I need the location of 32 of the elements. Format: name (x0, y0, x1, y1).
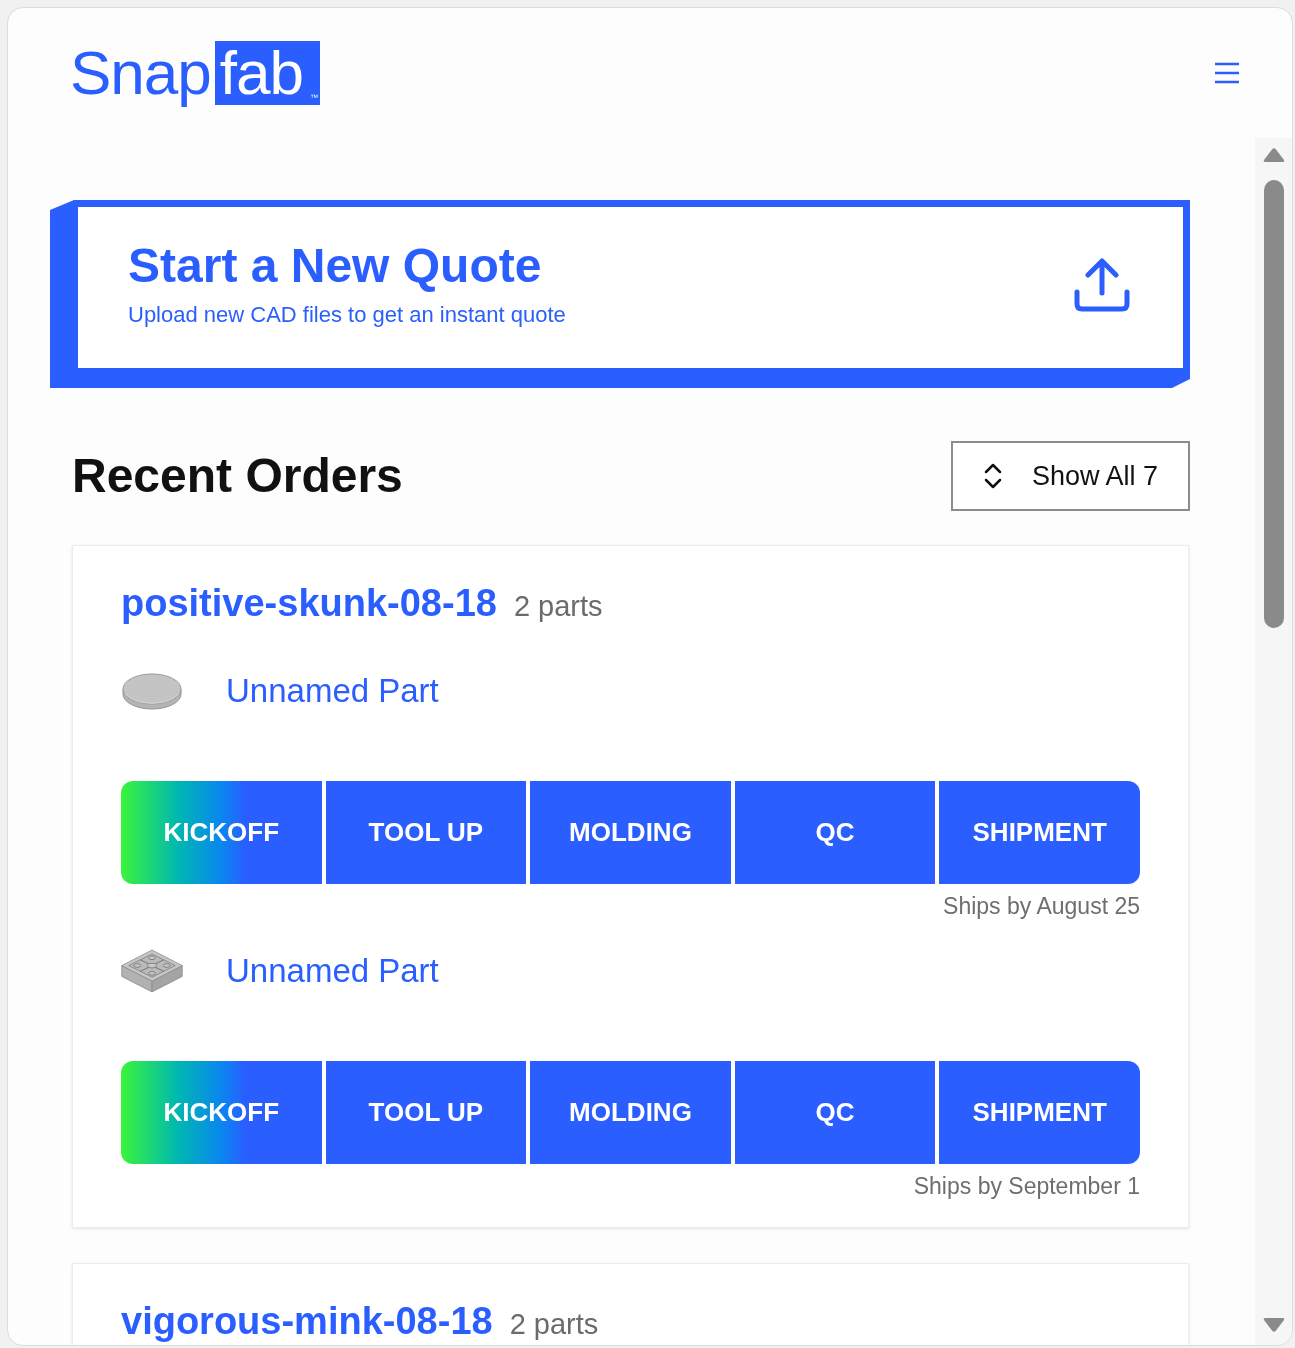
stage-segment: KICKOFF (121, 1061, 322, 1164)
quote-subtitle: Upload new CAD files to get an instant quote (128, 301, 566, 329)
logo-text[interactable]: Snap (70, 41, 211, 105)
ship-date-text: Ships by September 1 (913, 1172, 1140, 1200)
stage-segment: QC (734, 1061, 936, 1164)
part-count: 2 parts (509, 1307, 599, 1342)
logo-badge[interactable]: fab™ (214, 41, 320, 105)
scrollbar-thumb[interactable] (1263, 180, 1284, 628)
stage-segment: MOLDING (530, 781, 731, 884)
stage-segment: SHIPMENT (939, 781, 1140, 884)
stage-segment: TOOL UP (325, 781, 527, 884)
part-link[interactable]: Unnamed Part (226, 671, 439, 711)
disc-icon (122, 670, 182, 712)
part-count: 2 parts (513, 589, 603, 624)
upload-icon[interactable] (1074, 258, 1130, 312)
stage-segment: QC (734, 781, 936, 884)
scroll-up-icon[interactable] (1262, 147, 1285, 163)
show-all-button[interactable]: Show All 7 (950, 441, 1190, 511)
order-link[interactable]: vigorous-mink-08-18 (121, 1299, 493, 1344)
stage-segment: TOOL UP (325, 1061, 527, 1164)
stage-segment: KICKOFF (121, 781, 322, 884)
quote-title: Start a New Quote (128, 240, 542, 292)
order-link[interactable]: positive-skunk-08-18 (121, 581, 497, 626)
sort-icon (982, 463, 1003, 489)
scroll-down-icon[interactable] (1262, 1317, 1285, 1333)
stage-segment: MOLDING (530, 1061, 731, 1164)
menu-icon[interactable] (1214, 62, 1240, 84)
new-quote-card[interactable]: Start a New Quote Upload new CAD files to get an instant quote (50, 200, 1190, 388)
section-heading: Recent Orders (72, 448, 403, 504)
ship-date-text: Ships by August 25 (943, 892, 1140, 920)
stage-segment: SHIPMENT (939, 1061, 1140, 1164)
part-link[interactable]: Unnamed Part (226, 951, 439, 991)
